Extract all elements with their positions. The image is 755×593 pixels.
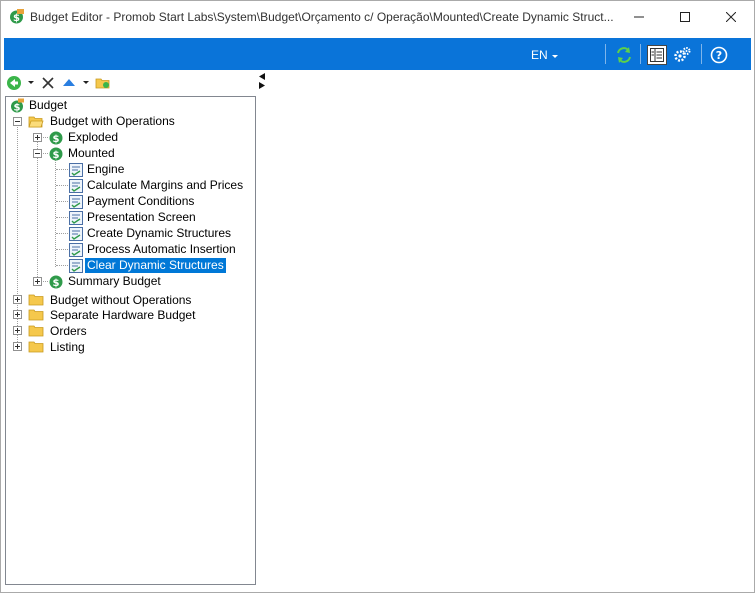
script-icon xyxy=(69,211,83,225)
tree-line xyxy=(56,233,68,234)
tree-line xyxy=(56,265,68,266)
svg-text:$: $ xyxy=(53,134,60,145)
layout-icon xyxy=(650,48,664,62)
tree-line xyxy=(56,201,68,202)
tree-node-clear-dynamic-structures[interactable]: Clear Dynamic Structures xyxy=(85,258,226,273)
top-toolbar: EN ? xyxy=(4,38,751,70)
help-button[interactable]: ? xyxy=(709,45,729,65)
expand-icon[interactable] xyxy=(13,342,22,351)
svg-text:$: $ xyxy=(14,103,21,114)
collapse-icon[interactable] xyxy=(13,117,22,126)
script-icon xyxy=(69,195,83,209)
tree-node-create-dynamic-structures[interactable]: Create Dynamic Structures xyxy=(85,226,233,241)
folder-icon xyxy=(28,325,44,337)
folder-icon xyxy=(28,309,44,321)
back-dropdown-icon[interactable] xyxy=(28,81,34,84)
script-icon xyxy=(69,163,83,177)
expand-icon[interactable] xyxy=(33,133,42,142)
tree-node-listing[interactable]: Listing xyxy=(48,340,87,355)
maximize-button[interactable] xyxy=(662,1,708,33)
tree-node-process-automatic-insertion[interactable]: Process Automatic Insertion xyxy=(85,242,238,257)
tree-node-budget-with-operations[interactable]: Budget with Operations xyxy=(48,114,177,129)
toolbar-separator xyxy=(640,44,641,64)
back-button[interactable] xyxy=(6,75,22,91)
script-icon xyxy=(69,259,83,273)
tree-node-presentation-screen[interactable]: Presentation Screen xyxy=(85,210,198,225)
minimize-button[interactable] xyxy=(616,1,662,33)
panel-collapse-icon[interactable] xyxy=(258,72,266,90)
close-button[interactable] xyxy=(708,1,754,33)
up-arrow-icon xyxy=(63,79,75,86)
tree-line xyxy=(56,249,68,250)
svg-text:$: $ xyxy=(53,278,60,289)
folder-refresh-icon xyxy=(95,78,110,89)
expand-icon[interactable] xyxy=(13,295,22,304)
folder-icon xyxy=(28,294,44,306)
svg-text:$: $ xyxy=(53,150,60,161)
tree-node-budget[interactable]: Budget xyxy=(27,98,69,113)
tree-node-orders[interactable]: Orders xyxy=(48,324,89,339)
tree-node-separate-hardware-budget[interactable]: Separate Hardware Budget xyxy=(48,308,197,323)
tree-line xyxy=(56,217,68,218)
content-pane xyxy=(267,73,751,585)
expand-icon[interactable] xyxy=(33,277,42,286)
folder-icon xyxy=(28,341,44,353)
tree-node-budget-without-operations[interactable]: Budget without Operations xyxy=(48,293,193,308)
tree-line xyxy=(56,169,68,170)
language-selector[interactable]: EN xyxy=(531,48,558,62)
budget-app-icon: $ xyxy=(10,9,24,24)
dollar-icon: $ xyxy=(49,275,63,289)
tree-node-exploded[interactable]: Exploded xyxy=(66,130,120,145)
svg-text:?: ? xyxy=(716,49,722,62)
collapse-icon[interactable] xyxy=(33,149,42,158)
expand-icon[interactable] xyxy=(13,326,22,335)
tree-node-engine[interactable]: Engine xyxy=(85,162,126,177)
tree-line xyxy=(55,159,56,267)
toolbar-separator xyxy=(605,44,606,64)
dollar-icon: $ xyxy=(49,131,63,145)
tree-node-summary-budget[interactable]: Summary Budget xyxy=(66,274,163,289)
back-arrow-icon xyxy=(7,76,21,90)
svg-text:$: $ xyxy=(13,13,20,24)
move-dropdown-icon[interactable] xyxy=(83,81,89,84)
maximize-icon xyxy=(680,12,690,22)
delete-button[interactable] xyxy=(40,75,56,91)
gears-icon xyxy=(674,47,691,62)
close-icon xyxy=(726,12,736,22)
expand-icon[interactable] xyxy=(13,310,22,319)
tree-toolbar xyxy=(5,73,255,93)
tree-node-calculate-margins[interactable]: Calculate Margins and Prices xyxy=(85,178,245,193)
tree-line xyxy=(56,185,68,186)
layout-button[interactable] xyxy=(647,45,667,65)
refresh-icon xyxy=(617,47,631,63)
open-folder-button[interactable] xyxy=(95,75,111,91)
script-icon xyxy=(69,243,83,257)
budget-icon: $ xyxy=(11,98,24,114)
dollar-icon: $ xyxy=(49,147,63,161)
budget-tree: $ Budget Budget with Operations $ Explod… xyxy=(5,96,256,585)
budget-editor-window: $ Budget Editor - Promob Start Labs\Syst… xyxy=(0,0,755,593)
chevron-down-icon xyxy=(551,54,558,58)
help-icon: ? xyxy=(710,46,728,64)
move-up-button[interactable] xyxy=(61,75,77,91)
refresh-button[interactable] xyxy=(614,45,634,65)
minimize-icon xyxy=(634,16,644,18)
tree-node-mounted[interactable]: Mounted xyxy=(66,146,117,161)
script-icon xyxy=(69,179,83,193)
settings-button[interactable] xyxy=(672,45,692,65)
window-title: Budget Editor - Promob Start Labs\System… xyxy=(30,10,614,24)
toolbar-separator xyxy=(701,44,702,64)
delete-x-icon xyxy=(42,77,54,89)
folder-open-icon xyxy=(28,116,44,128)
tree-node-payment-conditions[interactable]: Payment Conditions xyxy=(85,194,196,209)
script-icon xyxy=(69,227,83,241)
language-label: EN xyxy=(531,48,548,62)
title-bar: $ Budget Editor - Promob Start Labs\Syst… xyxy=(1,1,754,34)
